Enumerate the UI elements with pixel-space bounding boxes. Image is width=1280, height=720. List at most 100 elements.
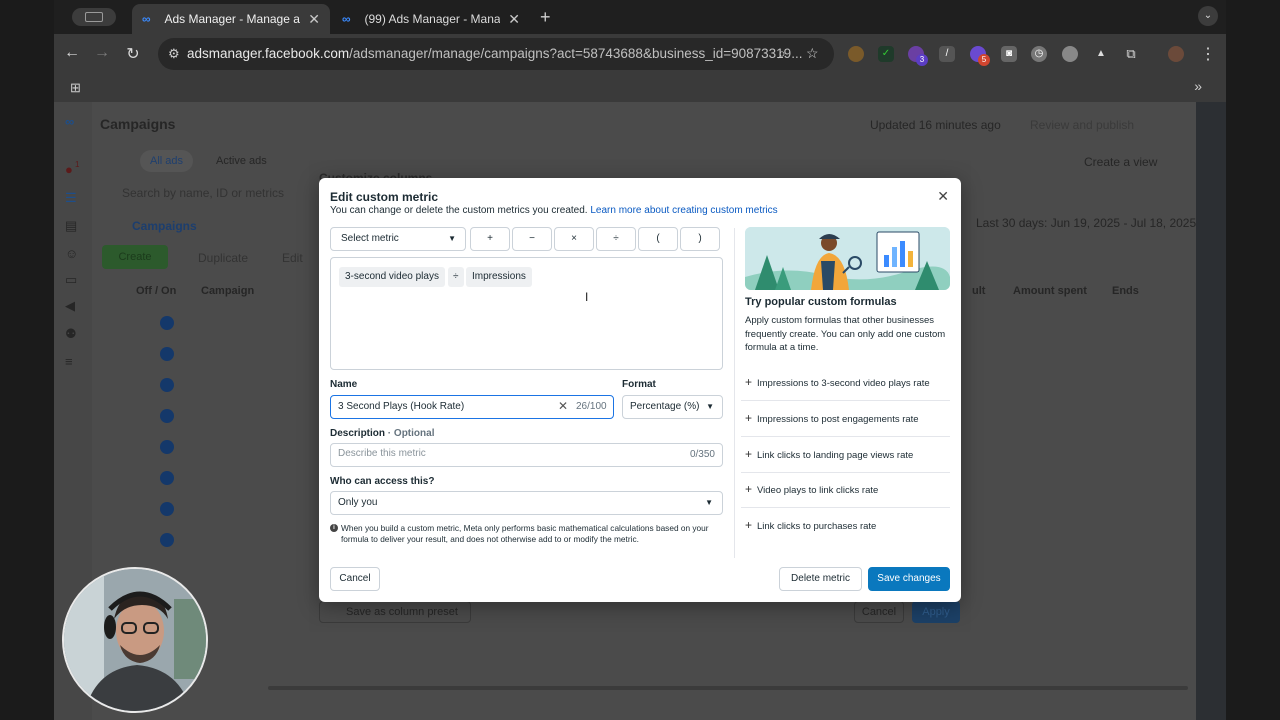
name-input[interactable]: 3 Second Plays (Hook Rate) ✕ 26/100 xyxy=(330,395,614,419)
meta-logo-icon[interactable]: ∞ xyxy=(65,114,81,129)
campaign-toggle[interactable] xyxy=(160,502,174,516)
clock-extension-icon[interactable]: ◷ xyxy=(1031,46,1047,62)
extension-badge: 3 xyxy=(916,54,928,66)
campaign-toggle[interactable] xyxy=(160,471,174,485)
extensions-puzzle-icon[interactable]: ⧉ xyxy=(1123,46,1139,62)
more-bookmarks-icon[interactable]: » xyxy=(1194,78,1202,94)
address-bar[interactable]: ⚙ adsmanager.facebook.com/adsmanager/man… xyxy=(158,38,834,70)
create-view-button[interactable]: Create a view xyxy=(1084,155,1157,169)
plus-icon: + xyxy=(745,518,753,532)
pages-nav-icon[interactable]: ▤ xyxy=(65,218,81,233)
operator-plus-button[interactable]: + xyxy=(470,227,510,251)
billing-nav-icon[interactable]: ▭ xyxy=(65,272,81,287)
url-text: adsmanager.facebook.com/adsmanager/manag… xyxy=(187,46,802,61)
new-tab-icon[interactable]: + xyxy=(540,7,551,28)
description-input[interactable] xyxy=(338,448,638,459)
format-dropdown[interactable]: Percentage (%) ▼ xyxy=(622,395,723,419)
formula-editor[interactable]: 3-second video plays ÷ Impressions I xyxy=(330,257,723,370)
promo-illustration xyxy=(745,227,950,290)
description-label: Description · Optional xyxy=(330,428,434,439)
learn-more-link[interactable]: Learn more about creating custom metrics xyxy=(590,205,777,216)
extension-badge: 5 xyxy=(978,54,990,66)
tab-ads-manager-1[interactable]: ∞ Ads Manager - Manage ads - ✕ xyxy=(132,4,330,34)
extension-2-icon[interactable]: ✓ xyxy=(878,46,894,62)
formula-chip-impressions[interactable]: Impressions xyxy=(466,267,532,287)
horizontal-scrollbar[interactable] xyxy=(268,686,1188,690)
column-campaign: Campaign xyxy=(201,285,255,297)
cancel-button[interactable]: Cancel xyxy=(330,567,380,591)
operator-minus-button[interactable]: − xyxy=(512,227,552,251)
apps-grid-icon[interactable]: ⊞ xyxy=(70,80,81,96)
formula-chip-3-second-video-plays[interactable]: 3-second video plays xyxy=(339,267,445,287)
operator-divide-button[interactable]: ÷ xyxy=(596,227,636,251)
duplicate-button[interactable]: Duplicate xyxy=(198,251,248,265)
operator-close-paren-button[interactable]: ) xyxy=(680,227,720,251)
meta-logo-icon: ∞ xyxy=(342,12,351,26)
create-button[interactable]: Create xyxy=(102,245,168,269)
edit-button[interactable]: Edit xyxy=(282,251,303,265)
promo-description: Apply custom formulas that other busines… xyxy=(745,315,946,353)
campaign-toggle[interactable] xyxy=(160,440,174,454)
bookmark-star-icon[interactable]: ☆ xyxy=(806,45,819,62)
tab-group-button[interactable] xyxy=(72,8,116,26)
site-info-icon[interactable]: ⚙ xyxy=(168,46,180,62)
save-changes-button[interactable]: Save changes xyxy=(868,567,950,591)
campaigns-nav-icon[interactable]: ☰ xyxy=(65,190,81,205)
customize-apply-button[interactable]: Apply xyxy=(912,601,960,623)
close-tab-icon[interactable]: ✕ xyxy=(308,11,320,28)
column-off-on: Off / On xyxy=(136,285,177,297)
save-column-preset-button[interactable]: Save as column preset xyxy=(319,601,471,623)
campaign-toggle[interactable] xyxy=(160,316,174,330)
extension-4-icon[interactable]: / xyxy=(939,46,955,62)
close-icon[interactable]: ✕ xyxy=(937,188,949,205)
formula-suggestion[interactable]: + Impressions to 3-second video plays rat… xyxy=(741,365,950,401)
forward-icon[interactable]: → xyxy=(92,44,112,62)
profile-avatar[interactable] xyxy=(1168,46,1184,62)
formula-suggestion[interactable]: + Impressions to post engagements rate xyxy=(741,401,950,437)
extension-9-icon[interactable]: ▲ xyxy=(1093,46,1109,62)
column-amount-spent: Amount spent xyxy=(1013,285,1087,297)
format-value: Percentage (%) xyxy=(630,401,700,412)
campaign-toggle[interactable] xyxy=(160,347,174,361)
clear-icon[interactable]: ✕ xyxy=(558,399,568,413)
formula-chip-divide[interactable]: ÷ xyxy=(448,267,464,287)
browser-menu-icon[interactable]: ⋮ xyxy=(1198,44,1218,64)
formula-suggestion[interactable]: + Video plays to link clicks rate xyxy=(741,472,950,508)
campaign-toggle[interactable] xyxy=(160,533,174,547)
operator-multiply-button[interactable]: × xyxy=(554,227,594,251)
campaign-toggle[interactable] xyxy=(160,409,174,423)
updated-text: Updated 16 minutes ago xyxy=(870,118,1001,132)
extension-8-icon[interactable] xyxy=(1062,46,1078,62)
filter-active-ads[interactable]: Active ads xyxy=(206,150,277,172)
review-publish-button[interactable]: Review and publish xyxy=(1030,118,1134,132)
camera-extension-icon[interactable]: ◙ xyxy=(1001,46,1017,62)
tab-search-icon[interactable]: ⌄ xyxy=(1198,6,1218,26)
webcam-overlay xyxy=(62,567,208,713)
reload-icon[interactable]: ↻ xyxy=(123,44,143,64)
ads-nav-icon[interactable]: ◀ xyxy=(65,298,81,313)
zoom-search-icon[interactable]: ⌕ xyxy=(778,45,786,62)
people-nav-icon[interactable]: ⚉ xyxy=(65,326,81,341)
description-field[interactable]: 0/350 xyxy=(330,443,723,467)
formula-suggestion[interactable]: + Link clicks to landing page views rate xyxy=(741,437,950,473)
browser-toolbar: ← → ↻ ⚙ adsmanager.facebook.com/adsmanag… xyxy=(54,34,1226,74)
text-cursor-icon: I xyxy=(585,290,589,304)
modal-title: Edit custom metric xyxy=(330,190,439,204)
campaign-toggle[interactable] xyxy=(160,378,174,392)
formula-suggestion[interactable]: + Link clicks to purchases rate xyxy=(741,508,950,544)
operator-open-paren-button[interactable]: ( xyxy=(638,227,678,251)
close-tab-icon[interactable]: ✕ xyxy=(508,11,520,28)
search-field[interactable]: Search by name, ID or metrics xyxy=(122,186,284,200)
select-metric-dropdown[interactable]: Select metric ▼ xyxy=(330,227,466,251)
customize-cancel-button[interactable]: Cancel xyxy=(854,601,904,623)
back-icon[interactable]: ← xyxy=(62,44,82,62)
delete-metric-button[interactable]: Delete metric xyxy=(779,567,862,591)
date-range-picker[interactable]: Last 30 days: Jun 19, 2025 - Jul 18, 202… xyxy=(976,216,1196,230)
tab-ads-manager-2[interactable]: ∞ (99) Ads Manager - Manage a ✕ xyxy=(332,4,530,34)
extension-1-icon[interactable] xyxy=(848,46,864,62)
filter-all-ads[interactable]: All ads xyxy=(140,150,194,172)
tab-campaigns[interactable]: Campaigns xyxy=(132,219,197,233)
access-dropdown[interactable]: Only you ▼ xyxy=(330,491,723,515)
audiences-nav-icon[interactable]: ☺ xyxy=(65,246,81,261)
menu-nav-icon[interactable]: ≡ xyxy=(65,354,81,369)
